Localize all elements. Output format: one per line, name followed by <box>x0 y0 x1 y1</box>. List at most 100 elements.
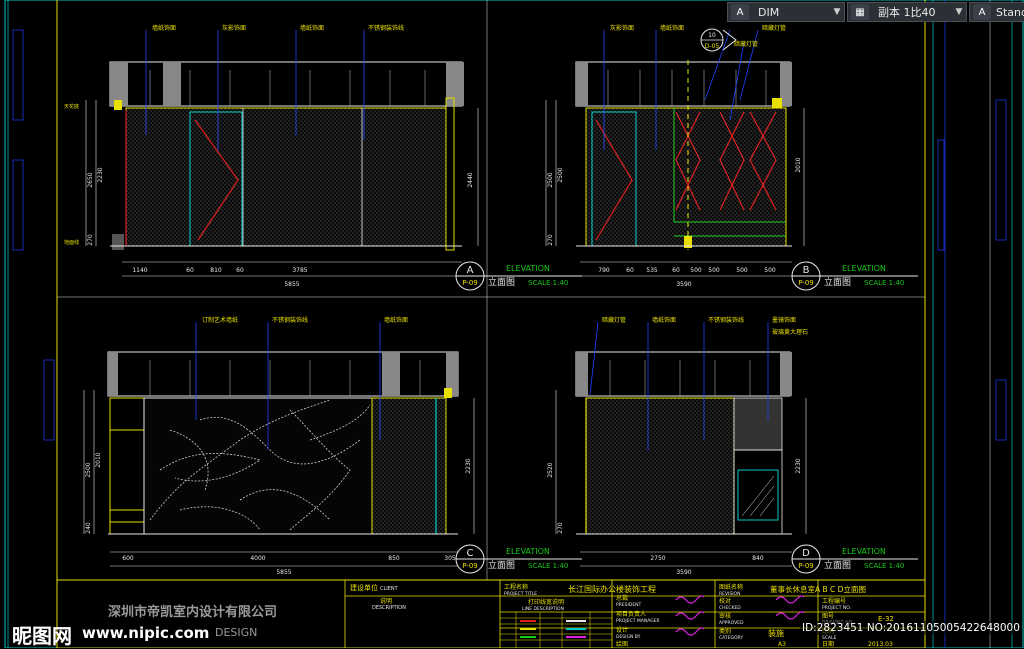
dimension-text: 60 <box>626 267 634 274</box>
watermark-logo-text: 昵图网 <box>12 624 72 648</box>
tb-design-cn: 设计 <box>616 626 628 634</box>
dimension-total: 3590 <box>676 281 691 288</box>
elevation-scale: SCALE 1:40 <box>528 562 568 570</box>
tb-size-value: A3 <box>778 641 786 648</box>
tb-checked-cn: 校对 <box>719 597 731 605</box>
scale-dropdown[interactable]: ▦ 副本 1比40 ▼ <box>847 2 967 22</box>
dimension-text: 2500 <box>85 462 92 477</box>
tb-pm-cn: 项目负责人 <box>616 610 646 618</box>
chevron-down-icon[interactable]: ▼ <box>830 7 844 17</box>
dimension-text: 840 <box>752 555 764 562</box>
dimension-text: 500 <box>764 267 776 274</box>
annotation-note: 墙纸饰面 <box>152 24 176 32</box>
dimension-text: 60 <box>186 267 194 274</box>
dimension-total: 5855 <box>284 281 299 288</box>
cad-drawing-canvas[interactable]: 墙纸饰面 灰影饰面 墙纸饰面 不锈钢装饰线1140 60 810 60 37855855265… <box>0 0 1024 648</box>
dimstyle-dropdown[interactable]: A DIM ▼ <box>727 2 845 22</box>
dimension-text: 305 <box>444 555 456 562</box>
tb-project-no-en: PROJECT NO. <box>822 605 851 611</box>
elevation-c[interactable] <box>83 322 475 567</box>
textstyle-icon: A <box>973 4 991 20</box>
dimension-text: 2520 <box>547 462 554 477</box>
dimension-text: 240 <box>85 522 92 534</box>
tb-approved-en: APPROVED <box>719 620 744 626</box>
line-weight-table <box>500 612 612 648</box>
watermark-id: ID:2823451 NO:20161105005422648000 <box>800 621 1022 635</box>
tb-president-en: PRESIDENT <box>616 602 642 608</box>
elevation-sheet-ref: P-09 <box>462 279 478 287</box>
tb-line-cn: 打印线宽说明 <box>528 598 564 606</box>
annotation-note: 灰影饰面 <box>222 24 246 32</box>
tb-project-no-cn: 工程编号 <box>822 597 846 605</box>
tb-line-en: LINE DESCRIPTION <box>522 606 564 612</box>
dimension-text: 500 <box>708 267 720 274</box>
tb-president-cn: 总裁 <box>616 594 628 602</box>
tb-desc-cn: 说明 <box>380 597 392 605</box>
dimension-text: 2750 <box>650 555 665 562</box>
elevation-title-en: ELEVATION <box>506 264 550 273</box>
tb-checked-en: CHECKED <box>719 605 741 611</box>
dimension-total: 3590 <box>676 569 691 576</box>
dimension-text: 535 <box>646 267 658 274</box>
annotation-note: 订制艺术墙纸 <box>202 316 238 324</box>
watermark-logo: 昵图网 <box>12 620 72 649</box>
dimension-text: 2230 <box>795 458 802 473</box>
dimension-text: 4000 <box>250 555 265 562</box>
textstyle-dropdown[interactable]: A Standa <box>969 2 1024 22</box>
tb-drawing-en: REVISION <box>719 591 740 597</box>
elevation-title-en: ELEVATION <box>506 547 550 556</box>
watermark-url: www.nipic.com <box>82 624 209 642</box>
tb-project-name: 长江国际办公楼装饰工程 <box>568 584 656 594</box>
elevation-title-en: ELEVATION <box>842 547 886 556</box>
tb-drawing-no-cn: 图号 <box>822 613 834 620</box>
level-label: 地面线 <box>64 239 79 246</box>
elevation-d[interactable] <box>555 321 807 567</box>
signatures <box>675 595 805 636</box>
dimension-text: 2500 <box>547 172 554 187</box>
elevation-letter: A <box>467 265 474 276</box>
elevation-sheet-ref: P-09 <box>798 562 814 570</box>
elevation-a[interactable] <box>85 30 479 277</box>
elevation-b[interactable] <box>545 28 805 277</box>
annotation-note: 灰影饰面 <box>610 24 634 32</box>
tb-client-cn: 建设单位 <box>350 583 378 592</box>
dimension-text: 2650 <box>87 172 94 187</box>
dimension-text: 3785 <box>292 267 307 274</box>
annotation-note: 玻璃黄大理石 <box>772 328 808 336</box>
level-label: 天花底 <box>64 103 79 110</box>
dimension-total: 5855 <box>276 569 291 576</box>
elevation-title-cn: 立面图 <box>824 276 851 288</box>
dimension-text: 270 <box>547 234 554 246</box>
dimension-text: 500 <box>690 267 702 274</box>
watermark-url-text: www.nipic.com <box>82 624 210 642</box>
annotation-note: 墨镜饰面 <box>772 316 796 324</box>
tb-date-value: 2013.03 <box>868 641 893 648</box>
dimension-text: 2440 <box>467 172 474 187</box>
tb-drawing-name: 董事长休息室A B C D立面图 <box>770 584 866 594</box>
dimension-text: 270 <box>87 234 94 246</box>
dimstyle-icon: A <box>731 4 749 20</box>
dimstyle-value: DIM <box>758 5 780 19</box>
tb-project-cn: 工程名称 <box>504 583 528 591</box>
tb-company-name: 深圳市帝凯室内设计有限公司 <box>108 604 277 620</box>
tb-drawing-cn: 图纸名称 <box>719 583 743 591</box>
tb-desc-en: DESCRIPTION <box>372 605 406 611</box>
scale-value: 副本 1比40 <box>878 6 936 19</box>
chevron-down-icon[interactable]: ▼ <box>952 7 966 17</box>
dimension-text: 850 <box>388 555 400 562</box>
annotation-note: 不锈钢装饰线 <box>368 24 404 32</box>
annotation-note: 墙纸饰面 <box>384 316 408 324</box>
callout-sheet: D-05 <box>705 43 720 50</box>
tb-design-en: DESIGN BY <box>616 634 641 640</box>
dimension-text: 60 <box>672 267 680 274</box>
elevation-title-cn: 立面图 <box>824 559 851 571</box>
tb-date-cn: 日期 <box>822 640 834 648</box>
dimension-text: 810 <box>210 267 222 274</box>
annotation-note: 墙纸饰面 <box>300 24 324 32</box>
elevation-title-cn: 立面图 <box>488 559 515 571</box>
tb-project-en: PROJECT TITLE <box>504 591 537 597</box>
tb-company-en: DESIGN <box>215 626 257 639</box>
tb-approved-cn: 审核 <box>719 612 731 620</box>
dimension-text: 60 <box>236 267 244 274</box>
elevation-scale: SCALE 1:40 <box>864 562 904 570</box>
